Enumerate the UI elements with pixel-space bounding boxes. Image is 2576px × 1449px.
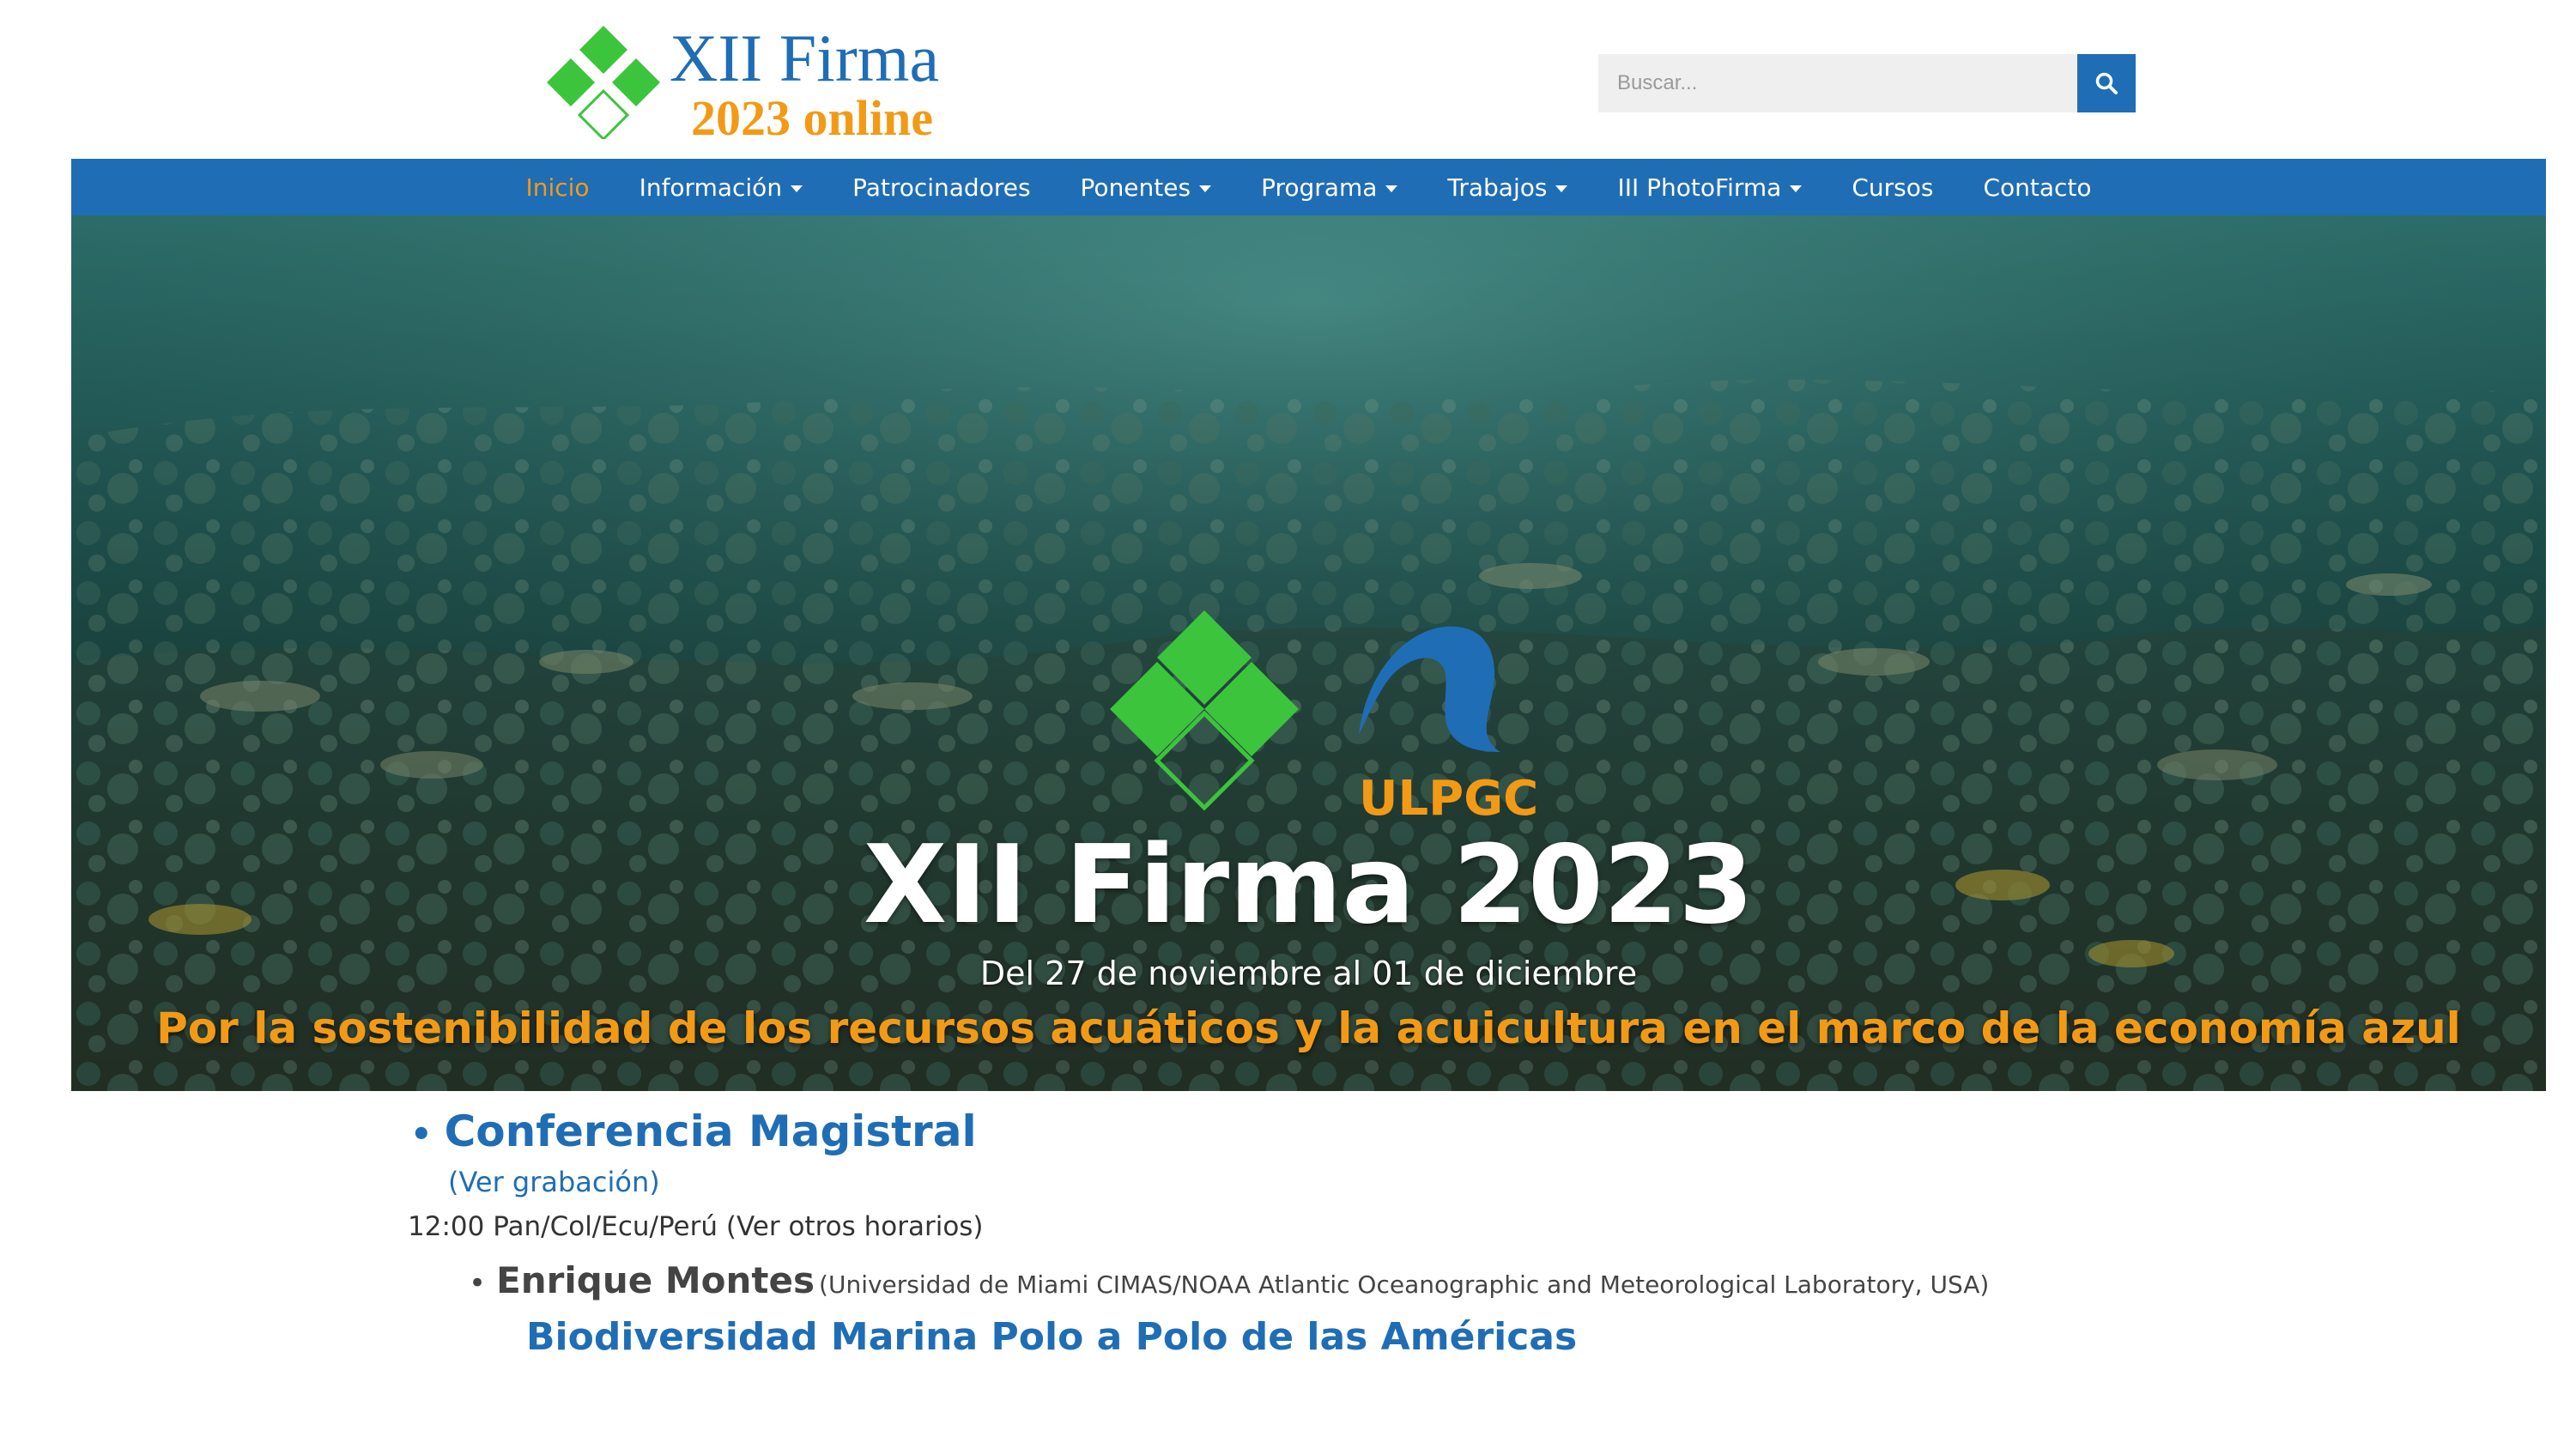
- hero-logos: ULPGC: [1110, 610, 1538, 842]
- nav-item-label: Cursos: [1852, 173, 1934, 202]
- hero-tagline: Por la sostenibilidad de los recursos ac…: [156, 1003, 2461, 1053]
- search-button[interactable]: [2077, 54, 2136, 112]
- nav-item-label: Inicio: [525, 173, 590, 202]
- chevron-down-icon: [1199, 185, 1212, 192]
- speaker-entry: • Enrique Montes (Universidad de Miami CI…: [469, 1255, 1989, 1314]
- main-nav: Inicio Información Patrocinadores Ponentes P…: [71, 159, 2546, 215]
- nav-item-label: Trabajos: [1447, 173, 1548, 202]
- nav-item-label: Ponentes: [1080, 173, 1191, 202]
- conference-heading: • Conferencia Magistral: [410, 1100, 977, 1166]
- nav-item-label: Patrocinadores: [852, 173, 1031, 202]
- nav-item-programa[interactable]: Programa: [1261, 173, 1398, 202]
- firma-logo-icon: [547, 26, 660, 142]
- conference-heading-text: Conferencia Magistral: [444, 1106, 977, 1156]
- hero-title: XII Firma 2023: [863, 822, 1755, 948]
- nav-item-label: Programa: [1261, 173, 1378, 202]
- chevron-down-icon: [1385, 185, 1398, 192]
- logo-subtitle: 2023 online: [691, 90, 933, 146]
- chevron-down-icon: [791, 185, 803, 192]
- hero-dates: Del 27 de noviembre al 01 de diciembre: [979, 955, 1638, 992]
- speaker-affiliation: (Universidad de Miami CIMAS/NOAA Atlanti…: [819, 1270, 1990, 1299]
- talk-title[interactable]: Biodiversidad Marina Polo a Polo de las …: [526, 1310, 1577, 1365]
- speaker-name: Enrique Montes: [496, 1259, 815, 1301]
- search-input[interactable]: [1598, 54, 2077, 112]
- site-logo[interactable]: [547, 26, 660, 142]
- search-icon: [2095, 72, 2118, 94]
- nav-item-inicio[interactable]: Inicio: [525, 173, 589, 202]
- nav-item-información[interactable]: Información: [639, 173, 803, 202]
- nav-item-ponentes[interactable]: Ponentes: [1081, 173, 1212, 202]
- session-time: 12:00 Pan/Col/Ecu/Perú (Ver otros horari…: [408, 1211, 984, 1242]
- bullet: •: [469, 1266, 487, 1300]
- nav-item-label: Contacto: [1983, 173, 2092, 202]
- nav-item-patrocinadores[interactable]: Patrocinadores: [852, 173, 1030, 202]
- nav-item-cursos[interactable]: Cursos: [1852, 173, 1933, 202]
- recording-link[interactable]: (Ver grabación): [448, 1161, 660, 1203]
- nav-item-trabajos[interactable]: Trabajos: [1447, 173, 1568, 202]
- nav-item-label: Información: [639, 173, 783, 202]
- bullet: •: [410, 1115, 433, 1155]
- nav-item-label: III PhotoFirma: [1617, 173, 1782, 202]
- chevron-down-icon: [1555, 185, 1568, 192]
- nav-item-contacto[interactable]: Contacto: [1983, 173, 2091, 202]
- chevron-down-icon: [1790, 185, 1803, 192]
- nav-item-iii-photofirma[interactable]: III PhotoFirma: [1617, 173, 1803, 202]
- hero-banner: ULPGC XII Firma 2023 Del 27 de noviembre…: [71, 215, 2546, 1091]
